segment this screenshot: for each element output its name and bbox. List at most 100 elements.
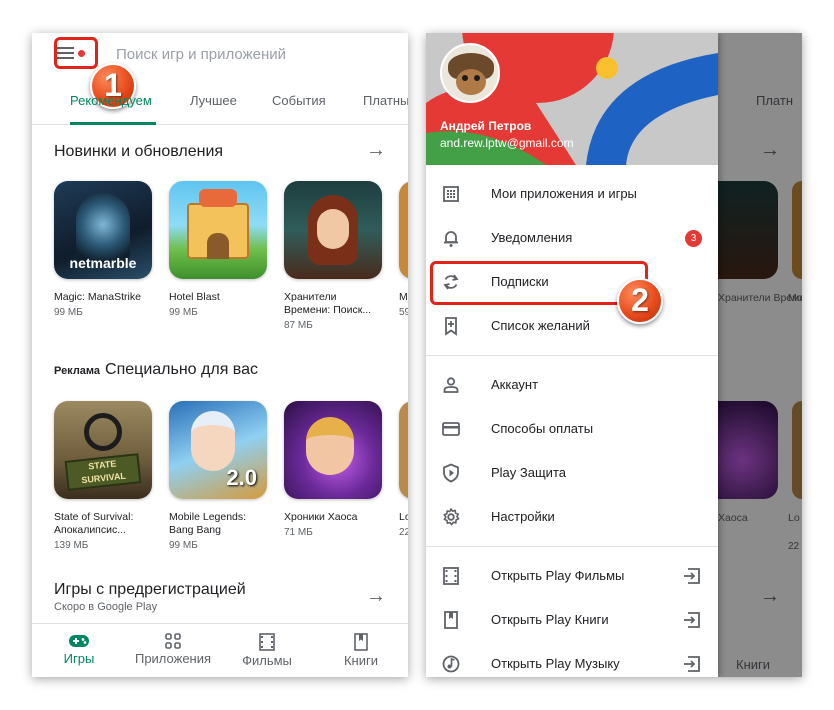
app-icon-state-of-survival: STATE SURVIVAL: [54, 401, 152, 499]
app-size: 99 МБ: [169, 540, 198, 551]
drawer-item-open-movies[interactable]: Открыть Play Фильмы: [426, 554, 718, 598]
app-name: State of Survival: Апокалипсис...: [54, 511, 134, 536]
avatar[interactable]: [440, 43, 500, 103]
callout-number-2: 2: [617, 278, 663, 324]
tab-top[interactable]: Лучшее: [190, 93, 237, 108]
ad-label: Реклама: [54, 365, 101, 377]
app-card[interactable]: 2.0 Mobile Legends: Bang Bang 99 МБ: [169, 401, 269, 551]
scrim-overlay[interactable]: [718, 33, 802, 677]
music-icon: [442, 655, 460, 673]
drawer-item-account[interactable]: Аккаунт: [426, 363, 718, 407]
nav-label: Фильмы: [242, 653, 292, 668]
person-icon: [443, 377, 459, 393]
nav-games[interactable]: Игры: [32, 624, 126, 666]
bottom-navigation: Игры Приложения Фильмы Книги: [32, 623, 408, 677]
gear-icon: [443, 508, 460, 526]
section-title-new-updates: Новинки и обновления: [54, 143, 224, 160]
callout-highlight-subscriptions: [430, 261, 648, 305]
app-icon-hotel-blast: [169, 181, 267, 279]
apps-grid-icon: [165, 633, 181, 649]
app-name: Lo Ko: [399, 511, 408, 523]
app-name: Magic: ManaStrike: [54, 291, 141, 303]
search-input[interactable]: Поиск игр и приложений: [116, 46, 286, 63]
credit-card-icon: [442, 422, 460, 436]
section-title-pre-registration: Игры с предрегистрацией: [54, 581, 246, 598]
app-size: 71 МБ: [284, 527, 313, 538]
nav-books[interactable]: Книги: [314, 624, 408, 668]
app-size: 87 МБ: [284, 320, 313, 331]
drawer-item-label: Мои приложения и игры: [491, 186, 637, 201]
user-email: and.rew.lptw@gmail.com: [440, 136, 574, 150]
book-icon: [354, 633, 368, 651]
shield-play-icon: [443, 463, 459, 483]
play-store-drawer-screen: Платн → Хранители Времени: Поиск... Мо В…: [426, 33, 802, 677]
tab-recommended[interactable]: Рекомендуем: [70, 93, 152, 108]
drawer-item-notifications[interactable]: Уведомления 3: [426, 216, 718, 260]
app-card[interactable]: Хранители Времени: Поиск... 87 МБ: [284, 181, 384, 331]
nav-label: Книги: [343, 653, 379, 668]
film-icon: [443, 567, 459, 585]
app-card[interactable]: Mo Ва 59: [399, 181, 408, 318]
drawer-item-wishlist[interactable]: Список желаний: [426, 304, 718, 348]
app-name: Mobile Legends: Bang Bang: [169, 511, 247, 536]
drawer-item-label: Открыть Play Книги: [491, 612, 609, 627]
category-tabs: Рекомендуем Лучшее События Платные: [32, 85, 408, 125]
nav-movies[interactable]: Фильмы: [220, 624, 314, 668]
app-name: Хроники Хаоса: [284, 511, 358, 523]
bell-icon: [444, 231, 458, 247]
state-survival-logo-text: STATE SURVIVAL: [64, 453, 142, 491]
bookmark-plus-icon: [445, 317, 457, 336]
app-size: 139 МБ: [54, 540, 89, 551]
callout-highlight-menu: [54, 37, 98, 69]
drawer-item-my-apps[interactable]: Мои приложения и игры: [426, 172, 718, 216]
drawer-item-open-books[interactable]: Открыть Play Книги: [426, 598, 718, 642]
divider: [426, 355, 718, 356]
app-icon-partial: [399, 401, 408, 499]
drawer-header: Андрей Петров and.rew.lptw@gmail.com: [426, 33, 718, 165]
section-subtitle: Скоро в Google Play: [54, 601, 158, 613]
drawer-item-label: Play Защита: [491, 465, 566, 480]
drawer-item-label: Открыть Play Музыку: [491, 656, 620, 671]
app-name: Mo Ва: [399, 291, 408, 303]
drawer-item-label: Открыть Play Фильмы: [491, 568, 625, 583]
arrow-right-icon[interactable]: →: [366, 139, 386, 162]
arrow-right-icon[interactable]: →: [366, 585, 386, 608]
app-icon-chaos-chronicles: [284, 401, 382, 499]
divider: [426, 546, 718, 547]
app-size: 22: [399, 527, 408, 538]
app-card[interactable]: Lo Ko 22: [399, 401, 408, 538]
gamepad-icon: [69, 635, 89, 647]
active-tab-indicator: [70, 122, 156, 125]
play-store-home-screen: Поиск игр и приложений 1 Рекомендуем Луч…: [32, 33, 408, 677]
tab-paid[interactable]: Платные: [363, 93, 408, 108]
app-icon-magic-manastrike: netmarble: [54, 181, 152, 279]
nav-label: Игры: [63, 651, 95, 666]
app-name: Хранители Времени: Поиск...: [284, 291, 372, 316]
book-icon: [444, 611, 458, 629]
open-external-icon: [684, 568, 700, 584]
section-title-for-you: Реклама Специально для вас: [54, 361, 258, 379]
drawer-item-payment[interactable]: Способы оплаты: [426, 407, 718, 451]
netmarble-logo-text: netmarble: [69, 255, 137, 271]
tab-events[interactable]: События: [272, 93, 326, 108]
app-card[interactable]: Хроники Хаоса 71 МБ: [284, 401, 384, 538]
drawer-item-settings[interactable]: Настройки: [426, 495, 718, 539]
app-icon-mobile-legends: 2.0: [169, 401, 267, 499]
drawer-item-label: Уведомления: [491, 230, 573, 245]
open-external-icon: [684, 656, 700, 672]
notification-count-badge: 3: [685, 230, 702, 247]
user-name: Андрей Петров: [440, 119, 532, 133]
app-size: 99 МБ: [169, 307, 198, 318]
drawer-item-label: Аккаунт: [491, 377, 539, 392]
app-card[interactable]: Hotel Blast 99 МБ: [169, 181, 269, 318]
app-card[interactable]: netmarble Magic: ManaStrike 99 МБ: [54, 181, 154, 318]
nav-apps[interactable]: Приложения: [126, 624, 220, 666]
drawer-item-open-music[interactable]: Открыть Play Музыку: [426, 642, 718, 677]
drawer-item-play-protect[interactable]: Play Защита: [426, 451, 718, 495]
app-size: 59: [399, 307, 408, 318]
app-card[interactable]: STATE SURVIVAL State of Survival: Апокал…: [54, 401, 154, 551]
open-external-icon: [684, 612, 700, 628]
app-icon-time-keepers: [284, 181, 382, 279]
app-icon-partial: [399, 181, 408, 279]
drawer-item-label: Способы оплаты: [491, 421, 594, 436]
